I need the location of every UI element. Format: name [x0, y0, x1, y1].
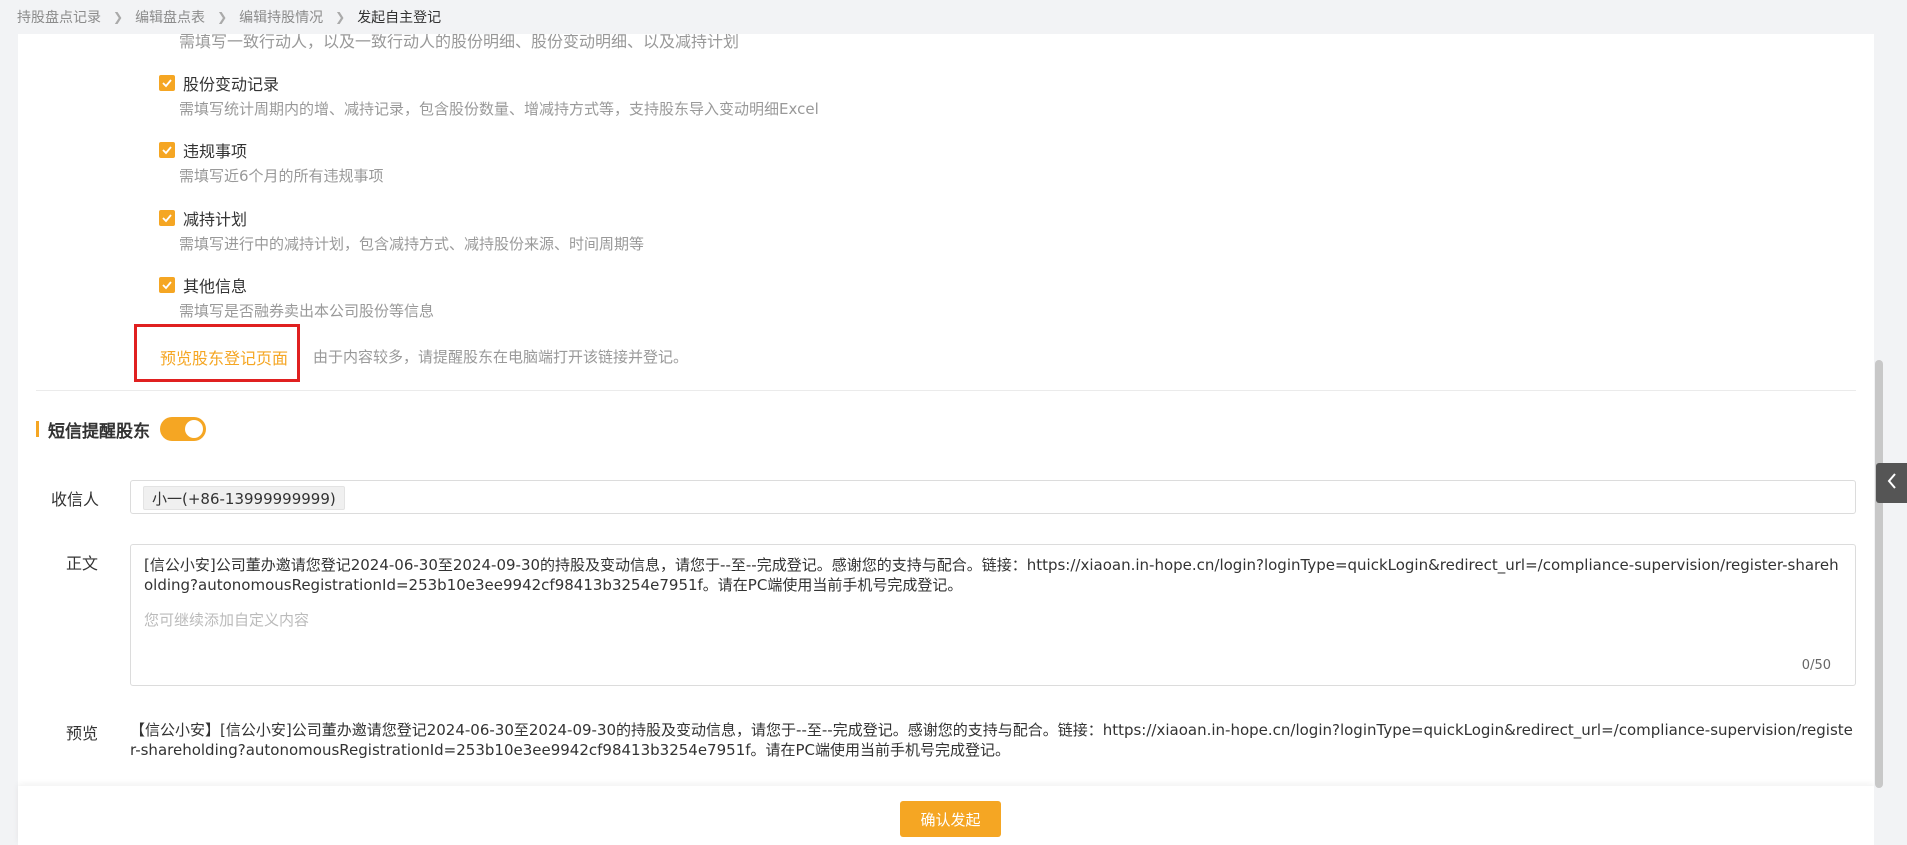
chevron-right-icon: ❯: [217, 10, 228, 24]
sms-body-field[interactable]: [信公小安]公司董办邀请您登记2024-06-30至2024-09-30的持股及…: [130, 544, 1856, 686]
preview-label: 预览: [66, 724, 99, 743]
breadcrumb-item-edit-inventory[interactable]: 编辑盘点表: [135, 7, 205, 27]
sms-section-header: 短信提醒股东: [36, 417, 206, 442]
section-accent-bar: [36, 421, 39, 437]
toggle-knob: [185, 420, 203, 438]
checkbox-violations[interactable]: [159, 142, 175, 158]
option-desc: 需填写统计周期内的增、减持记录，包含股份数量、增减持方式等，支持股东导入变动明细…: [179, 100, 819, 118]
recipient-label: 收信人: [51, 490, 100, 509]
option-title: 其他信息: [183, 277, 248, 296]
option-desc: 需填写近6个月的所有违规事项: [179, 167, 384, 185]
chevron-right-icon: ❯: [113, 10, 124, 24]
custom-content-input[interactable]: 您可继续添加自定义内容: [144, 609, 309, 630]
checkbox-share-changes[interactable]: [159, 75, 175, 91]
breadcrumb-item-edit-holdings[interactable]: 编辑持股情况: [239, 7, 323, 27]
option-desc: 需填写进行中的减持计划，包含减持方式、减持股份来源、时间周期等: [179, 235, 645, 253]
option-desc-cut: 需填写一致行动人，以及一致行动人的股份明细、股份变动明细、以及减持计划: [179, 34, 740, 51]
preview-registration-page-link[interactable]: 预览股东登记页面: [160, 345, 288, 369]
option-title: 股份变动记录: [183, 75, 280, 94]
divider: [36, 390, 1856, 391]
bottom-action-bar: 确认发起: [18, 786, 1874, 845]
checkbox-reduction-plan[interactable]: [159, 210, 175, 226]
chevron-left-icon: [1886, 472, 1898, 494]
confirm-submit-button[interactable]: 确认发起: [900, 801, 1001, 837]
scrollbar-thumb[interactable]: [1875, 360, 1883, 788]
recipient-tag[interactable]: 小一(+86-13999999999): [143, 486, 345, 510]
checkbox-other-info[interactable]: [159, 277, 175, 293]
option-violations: 违规事项 需填写近6个月的所有违规事项: [159, 139, 384, 186]
breadcrumb-item-holdings-records[interactable]: 持股盘点记录: [17, 7, 101, 27]
recipient-input[interactable]: 小一(+86-13999999999): [130, 480, 1856, 514]
option-desc: 需填写是否融券卖出本公司股份等信息: [179, 302, 435, 320]
sms-reminder-toggle[interactable]: [160, 417, 206, 441]
char-counter: 0/50: [1801, 658, 1831, 673]
breadcrumb-item-current: 发起自主登记: [357, 10, 442, 26]
sms-section-title: 短信提醒股东: [48, 421, 150, 442]
breadcrumb: 持股盘点记录 ❯ 编辑盘点表 ❯ 编辑持股情况 ❯ 发起自主登记: [0, 0, 1907, 34]
main-card: 需填写一致行动人，以及一致行动人的股份明细、股份变动明细、以及减持计划 股份变动…: [18, 34, 1874, 786]
option-other-info: 其他信息 需填写是否融券卖出本公司股份等信息: [159, 274, 434, 321]
body-label: 正文: [66, 554, 99, 573]
sms-body-text: [信公小安]公司董办邀请您登记2024-06-30至2024-09-30的持股及…: [144, 556, 1839, 594]
sms-preview-text: 【信公小安】[信公小安]公司董办邀请您登记2024-06-30至2024-09-…: [130, 721, 1853, 759]
option-share-changes: 股份变动记录 需填写统计周期内的增、减持记录，包含股份数量、增减持方式等，支持股…: [159, 72, 819, 119]
chevron-right-icon: ❯: [335, 10, 346, 24]
option-title: 违规事项: [183, 142, 248, 161]
preview-hint: 由于内容较多，请提醒股东在电脑端打开该链接并登记。: [313, 348, 689, 366]
option-reduction-plan: 减持计划 需填写进行中的减持计划，包含减持方式、减持股份来源、时间周期等: [159, 207, 644, 254]
option-title: 减持计划: [183, 210, 248, 229]
collapse-panel-handle[interactable]: [1876, 463, 1907, 503]
